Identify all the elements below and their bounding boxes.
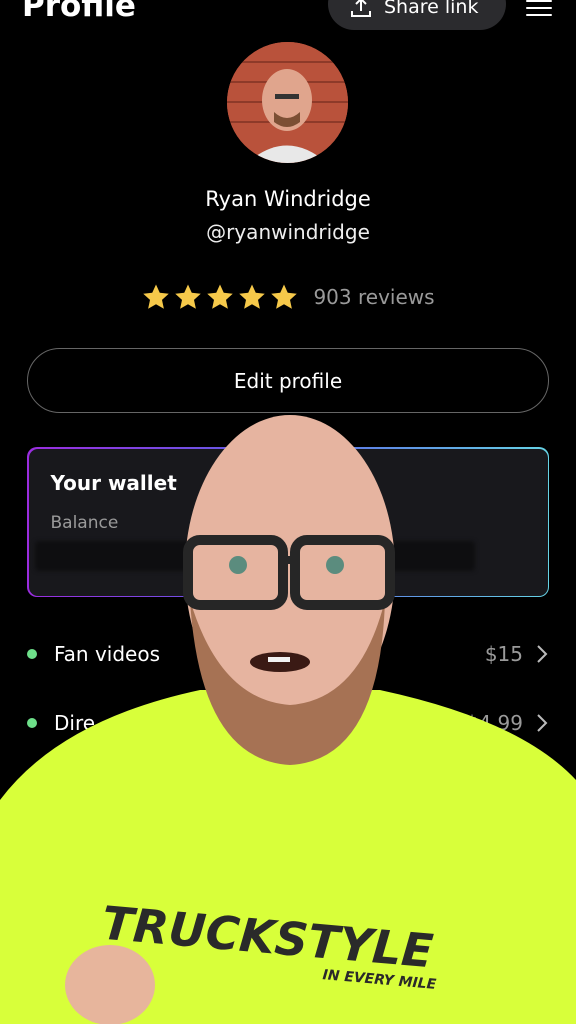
hamburger-menu-icon[interactable] — [526, 0, 552, 16]
wallet-card[interactable]: Your wallet Balance — [27, 447, 549, 597]
avatar — [227, 42, 348, 163]
status-dot — [27, 649, 37, 659]
reviews-count[interactable]: 903 reviews — [313, 285, 434, 309]
star-icon — [175, 284, 202, 309]
star-icon — [239, 284, 266, 309]
page-title: Profile — [22, 0, 136, 24]
share-link-button[interactable]: Share link — [328, 0, 506, 30]
chevron-right-icon — [537, 645, 548, 663]
wallet-balance-label: Balance — [50, 512, 119, 533]
star-icon — [271, 284, 298, 309]
star-icon — [143, 284, 170, 309]
profile-handle: @ryanwindridge — [206, 220, 370, 244]
star-icon — [207, 284, 234, 309]
profile-name: Ryan Windridge — [205, 187, 371, 211]
svg-text:TRUCKSTYLE: TRUCKSTYLE — [100, 896, 436, 979]
shirt-print: TRUCKSTYLE IN EVERY MILE — [100, 896, 437, 993]
wallet-title: Your wallet — [50, 470, 177, 495]
upload-icon — [350, 0, 372, 18]
service-price: $15 — [484, 642, 523, 666]
service-label: Fan videos — [54, 642, 161, 666]
svg-text:IN EVERY MILE: IN EVERY MILE — [322, 967, 437, 993]
wallet-balance-redacted — [34, 540, 475, 571]
service-item-fan-videos[interactable]: Fan videos $15 — [27, 634, 549, 674]
service-price: $4.99 — [465, 711, 523, 735]
status-dot — [27, 718, 37, 728]
share-link-label: Share link — [384, 0, 479, 18]
service-item-direct[interactable]: Dire $4.99 — [27, 703, 549, 743]
chevron-right-icon — [537, 714, 548, 732]
top-bar: Profile Share link — [0, 0, 576, 36]
edit-profile-button[interactable]: Edit profile — [27, 348, 549, 413]
rating: 903 reviews — [0, 282, 576, 312]
service-label: Dire — [54, 711, 96, 735]
